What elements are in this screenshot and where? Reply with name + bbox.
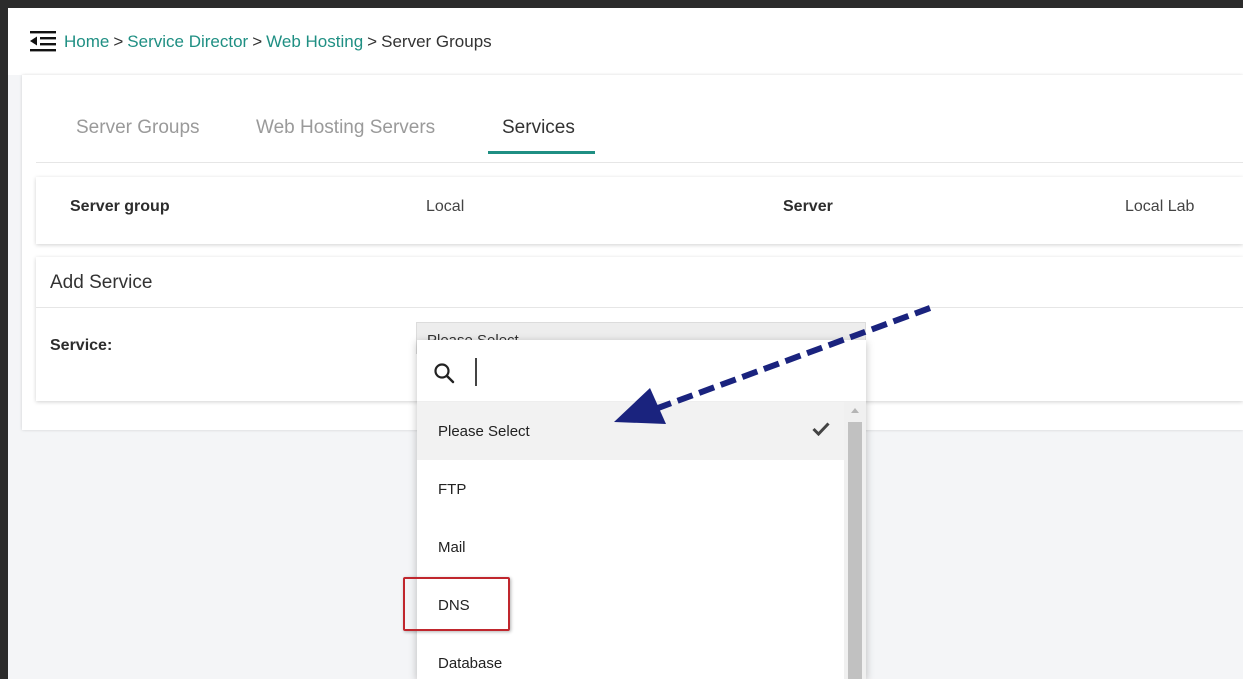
- option-dns[interactable]: DNS: [417, 576, 844, 634]
- server-group-value: Local: [426, 198, 465, 215]
- option-label: Please Select: [438, 423, 530, 440]
- option-ftp[interactable]: FTP: [417, 460, 844, 518]
- server-info-card: Server group Local Server Local Lab: [36, 177, 1243, 244]
- breadcrumb-service-director[interactable]: Service Director: [127, 32, 248, 51]
- server-label: Server: [783, 198, 833, 215]
- search-icon: [434, 363, 455, 384]
- server-value: Local Lab: [1125, 198, 1195, 215]
- option-label: FTP: [438, 481, 467, 498]
- breadcrumb-home[interactable]: Home: [64, 32, 109, 51]
- option-label: DNS: [438, 597, 470, 614]
- option-label: Database: [438, 655, 503, 672]
- option-label: Mail: [438, 539, 466, 556]
- tab-services[interactable]: Services: [502, 117, 575, 139]
- check-icon: [812, 422, 830, 436]
- option-database[interactable]: Database: [417, 634, 844, 679]
- top-bar: Home > Service Director > Web Hosting > Server…: [8, 8, 1243, 75]
- menu-collapse-icon[interactable]: [30, 30, 56, 52]
- dropdown-search-input[interactable]: [475, 358, 835, 386]
- active-tab-indicator: [488, 151, 595, 154]
- option-please-select[interactable]: Please Select: [417, 402, 844, 460]
- option-mail[interactable]: Mail: [417, 518, 844, 576]
- tab-bar: Server Groups Web Hosting Servers Servic…: [36, 75, 1243, 163]
- dropdown-scrollbar[interactable]: [844, 402, 866, 679]
- service-label: Service:: [50, 337, 113, 354]
- breadcrumb-separator: >: [113, 32, 124, 51]
- breadcrumb-web-hosting[interactable]: Web Hosting: [266, 32, 363, 51]
- breadcrumb-current: Server Groups: [381, 32, 492, 51]
- service-dropdown: Please Select FTP Mail DNS Database: [417, 340, 866, 679]
- dropdown-options: Please Select FTP Mail DNS Database: [417, 402, 844, 679]
- tab-server-groups[interactable]: Server Groups: [76, 117, 200, 139]
- server-group-label: Server group: [70, 198, 170, 215]
- add-service-title: Add Service: [50, 272, 153, 293]
- breadcrumb-separator: >: [367, 32, 378, 51]
- divider: [36, 307, 1243, 308]
- scroll-up-arrow-icon[interactable]: [851, 408, 859, 413]
- breadcrumb-separator: >: [252, 32, 263, 51]
- dropdown-search: [417, 340, 866, 402]
- tab-web-hosting-servers[interactable]: Web Hosting Servers: [256, 117, 435, 139]
- breadcrumb: Home > Service Director > Web Hosting > Server…: [64, 32, 492, 52]
- scroll-thumb[interactable]: [848, 422, 862, 679]
